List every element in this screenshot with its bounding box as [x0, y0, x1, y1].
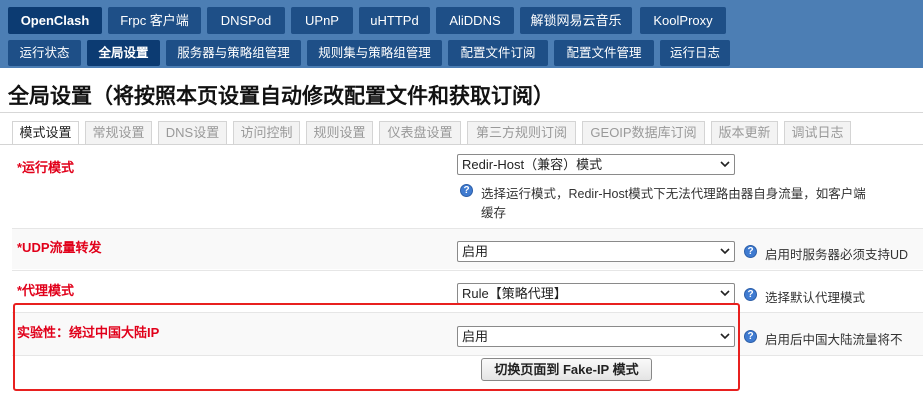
udp-forward-select[interactable]: 启用: [457, 241, 735, 262]
chevron-down-icon: [720, 290, 730, 297]
sub-tab-global-settings[interactable]: 全局设置: [87, 40, 160, 66]
top-tab-upnp[interactable]: UPnP: [291, 7, 353, 34]
top-tab-unblock-netease-music[interactable]: 解锁网易云音乐: [520, 7, 632, 34]
info-icon: ?: [460, 184, 473, 197]
content-tab-general[interactable]: 常规设置: [85, 121, 152, 145]
top-tab-frpc[interactable]: Frpc 客户端: [108, 7, 201, 34]
udp-forward-label: *UDP流量转发: [17, 240, 102, 255]
proxy-mode-label: *代理模式: [17, 283, 75, 298]
title-divider: [0, 112, 923, 113]
sub-tab-ruleset-groups[interactable]: 规则集与策略组管理: [307, 40, 442, 66]
udp-forward-value: 启用: [462, 244, 489, 259]
run-mode-select[interactable]: Redir-Host（兼容）模式: [457, 154, 735, 175]
run-mode-label: *运行模式: [17, 160, 75, 175]
proxy-mode-description: 选择默认代理模式: [765, 291, 866, 305]
highlight-box: [13, 303, 740, 391]
chevron-down-icon: [720, 248, 730, 255]
row-divider: [12, 228, 923, 229]
content-tab-mode-settings[interactable]: 模式设置: [12, 121, 79, 145]
sub-tab-config-subscribe[interactable]: 配置文件订阅: [448, 40, 548, 66]
proxy-mode-select[interactable]: Rule【策略代理】: [457, 283, 735, 304]
chevron-down-icon: [720, 161, 730, 168]
content-tab-third-party-rules[interactable]: 第三方规则订阅: [467, 121, 576, 145]
content-tab-rules[interactable]: 规则设置: [306, 121, 373, 145]
info-icon: ?: [744, 288, 757, 301]
run-mode-description: 选择运行模式，Redir-Host模式下无法代理路由器自身流量，如客户端: [481, 187, 866, 201]
content-tab-version-update[interactable]: 版本更新: [711, 121, 778, 145]
top-tab-dnspod[interactable]: DNSPod: [207, 7, 285, 34]
content-tab-dns[interactable]: DNS设置: [158, 121, 227, 145]
top-nav-bar: OpenClash Frpc 客户端 DNSPod UPnP uHTTPd Al…: [0, 0, 923, 36]
info-icon: ?: [744, 330, 757, 343]
sub-tab-server-groups[interactable]: 服务器与策略组管理: [166, 40, 301, 66]
sub-nav-bar: 运行状态 全局设置 服务器与策略组管理 规则集与策略组管理 配置文件订阅 配置文…: [0, 36, 923, 68]
top-tab-uhttpd[interactable]: uHTTPd: [359, 7, 430, 34]
proxy-mode-value: Rule【策略代理】: [462, 286, 567, 301]
run-mode-description-cont: 缓存: [481, 206, 507, 220]
content-tab-access-control[interactable]: 访问控制: [233, 121, 300, 145]
content-tab-baseline: [0, 144, 923, 145]
content-tab-dashboard[interactable]: 仪表盘设置: [379, 121, 461, 145]
content-tab-debug-log[interactable]: 调试日志: [784, 121, 851, 145]
info-icon: ?: [744, 245, 757, 258]
row-divider: [12, 270, 923, 271]
top-tab-aliddns[interactable]: AliDDNS: [436, 7, 514, 34]
sub-tab-config-manage[interactable]: 配置文件管理: [554, 40, 654, 66]
top-tab-koolproxy[interactable]: KoolProxy: [640, 7, 726, 34]
sub-tab-status[interactable]: 运行状态: [8, 40, 81, 66]
udp-forward-description: 启用时服务器必须支持UD: [765, 248, 909, 262]
bypass-china-ip-description: 启用后中国大陆流量将不: [765, 333, 903, 347]
page-title: 全局设置（将按照本页设置自动修改配置文件和获取订阅）: [8, 85, 554, 108]
run-mode-value: Redir-Host（兼容）模式: [462, 157, 603, 172]
top-tab-openclash[interactable]: OpenClash: [8, 7, 102, 34]
content-tab-geoip[interactable]: GEOIP数据库订阅: [582, 121, 705, 145]
sub-tab-logs[interactable]: 运行日志: [660, 40, 730, 66]
